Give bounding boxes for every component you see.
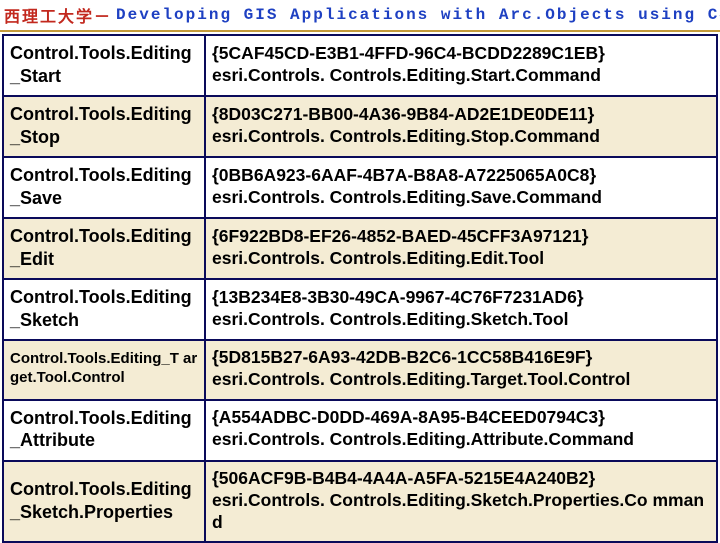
command-value: {0BB6A923-6AAF-4B7A-B8A8-A7225065A0C8}es… xyxy=(205,157,717,218)
header-cn: 西理工大学 xyxy=(4,3,94,27)
command-name: Control.Tools.Editing _Sketch xyxy=(3,279,205,340)
command-guid: {6F922BD8-EF26-4852-BAED-45CFF3A97121} xyxy=(212,226,712,248)
header-sep: － xyxy=(94,3,112,27)
table-row: Control.Tools.Editing _Edit{6F922BD8-EF2… xyxy=(3,218,717,279)
command-value: {5D815B27-6A93-42DB-B2C6-1CC58B416E9F}es… xyxy=(205,340,717,400)
table-row: Control.Tools.Editing _Sketch{13B234E8-3… xyxy=(3,279,717,340)
command-name: Control.Tools.Editing _Sketch.Properties xyxy=(3,461,205,543)
command-class: esri.Controls. Controls.Editing.Sketch.P… xyxy=(212,490,712,534)
commands-table: Control.Tools.Editing _Start{5CAF45CD-E3… xyxy=(2,34,718,543)
command-guid: {5D815B27-6A93-42DB-B2C6-1CC58B416E9F} xyxy=(212,347,712,369)
command-class: esri.Controls. Controls.Editing.Attribut… xyxy=(212,429,712,451)
command-guid: {0BB6A923-6AAF-4B7A-B8A8-A7225065A0C8} xyxy=(212,165,712,187)
command-class: esri.Controls. Controls.Editing.Save.Com… xyxy=(212,187,712,209)
command-guid: {8D03C271-BB00-4A36-9B84-AD2E1DE0DE11} xyxy=(212,104,712,126)
command-name: Control.Tools.Editing_T arget.Tool.Contr… xyxy=(3,340,205,400)
command-class: esri.Controls. Controls.Editing.Target.T… xyxy=(212,369,712,391)
table-row: Control.Tools.Editing_T arget.Tool.Contr… xyxy=(3,340,717,400)
table-container: Control.Tools.Editing _Start{5CAF45CD-E3… xyxy=(0,32,720,543)
command-name: Control.Tools.Editing _Stop xyxy=(3,96,205,157)
page-header: 西理工大学 － Developing GIS Applications with… xyxy=(0,0,720,32)
command-class: esri.Controls. Controls.Editing.Sketch.T… xyxy=(212,309,712,331)
command-name: Control.Tools.Editing _Edit xyxy=(3,218,205,279)
command-value: {506ACF9B-B4B4-4A4A-A5FA-5215E4A240B2}es… xyxy=(205,461,717,543)
table-row: Control.Tools.Editing _Stop{8D03C271-BB0… xyxy=(3,96,717,157)
command-class: esri.Controls. Controls.Editing.Start.Co… xyxy=(212,65,712,87)
command-guid: {506ACF9B-B4B4-4A4A-A5FA-5215E4A240B2} xyxy=(212,468,712,490)
command-guid: {13B234E8-3B30-49CA-9967-4C76F7231AD6} xyxy=(212,287,712,309)
table-row: Control.Tools.Editing _Attribute{A554ADB… xyxy=(3,400,717,461)
command-name: Control.Tools.Editing _Save xyxy=(3,157,205,218)
command-value: {6F922BD8-EF26-4852-BAED-45CFF3A97121}es… xyxy=(205,218,717,279)
command-value: {A554ADBC-D0DD-469A-8A95-B4CEED0794C3}es… xyxy=(205,400,717,461)
command-guid: {A554ADBC-D0DD-469A-8A95-B4CEED0794C3} xyxy=(212,407,712,429)
command-class: esri.Controls. Controls.Editing.Edit.Too… xyxy=(212,248,712,270)
command-value: {13B234E8-3B30-49CA-9967-4C76F7231AD6}es… xyxy=(205,279,717,340)
command-value: {8D03C271-BB00-4A36-9B84-AD2E1DE0DE11}es… xyxy=(205,96,717,157)
table-row: Control.Tools.Editing _Save{0BB6A923-6AA… xyxy=(3,157,717,218)
header-en: Developing GIS Applications with Arc.Obj… xyxy=(116,6,720,24)
command-name: Control.Tools.Editing _Attribute xyxy=(3,400,205,461)
table-row: Control.Tools.Editing _Sketch.Properties… xyxy=(3,461,717,543)
command-class: esri.Controls. Controls.Editing.Stop.Com… xyxy=(212,126,712,148)
table-row: Control.Tools.Editing _Start{5CAF45CD-E3… xyxy=(3,35,717,96)
command-value: {5CAF45CD-E3B1-4FFD-96C4-BCDD2289C1EB}es… xyxy=(205,35,717,96)
command-guid: {5CAF45CD-E3B1-4FFD-96C4-BCDD2289C1EB} xyxy=(212,43,712,65)
command-name: Control.Tools.Editing _Start xyxy=(3,35,205,96)
